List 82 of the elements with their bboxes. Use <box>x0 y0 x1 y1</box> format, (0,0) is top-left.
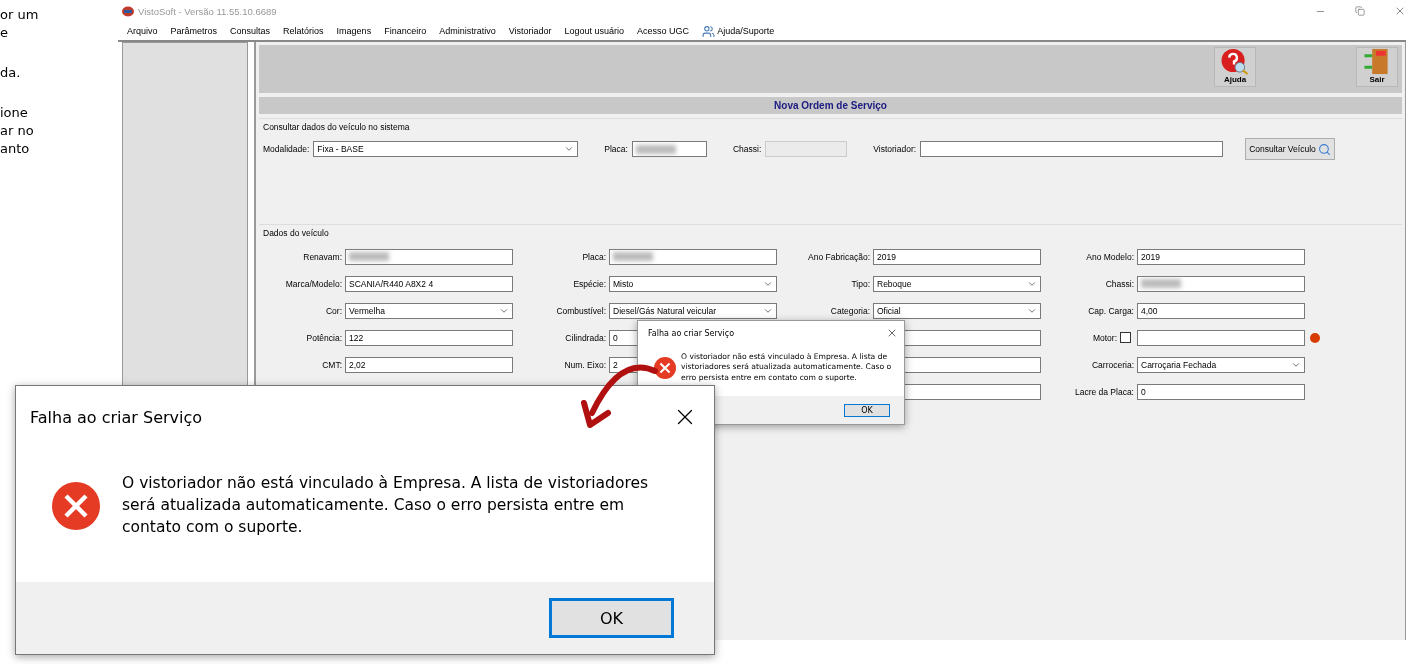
exit-button[interactable]: Sair <box>1356 47 1398 87</box>
document-text: da. <box>0 64 21 82</box>
dialog-title: Falha ao criar Serviço <box>30 407 203 427</box>
dropdown[interactable]: Diesel/Gás Natural veicular <box>609 302 777 319</box>
input-field[interactable] <box>765 141 848 157</box>
form-title: Nova Ordem de Serviço <box>259 97 1402 114</box>
field-label: Cor: <box>325 305 342 316</box>
document-text: e <box>0 24 8 42</box>
error-icon <box>654 356 676 379</box>
field-label: Ano Modelo: <box>1086 251 1134 262</box>
ok-button[interactable]: OK <box>549 598 674 638</box>
section-legend: Dados do veículo <box>263 228 1398 238</box>
dropdown[interactable]: Misto <box>609 275 777 292</box>
field-label: Chassi: <box>1105 278 1134 289</box>
field-label: Espécie: <box>573 278 606 289</box>
document-text: or um <box>0 6 39 24</box>
field-label: Chassi: <box>732 144 762 154</box>
consult-vehicle-button[interactable]: Consultar Veículo <box>1245 138 1335 160</box>
checkbox[interactable] <box>1120 332 1131 343</box>
menu-item[interactable]: Acesso UGC <box>637 26 690 36</box>
section-legend: Consultar dados do veículo no sistema <box>263 122 1398 132</box>
dialog-message: O vistoriador não está vinculado à Empresa. A lista de vistoriadores será atualizada automaticamente. Caso o erro persista entre em contato com o suporte. <box>122 473 650 538</box>
error-icon <box>52 482 100 530</box>
field-label: Modalidade: <box>263 144 310 154</box>
menu-item[interactable]: Imagens <box>336 26 372 36</box>
input-field[interactable]: 0 <box>1137 383 1305 400</box>
input-field[interactable]: SCANIA/R440 A8X2 4 <box>345 275 513 292</box>
menu-item[interactable]: Administrativo <box>439 26 496 36</box>
input-field[interactable] <box>1137 275 1305 292</box>
menu-item[interactable]: Ajuda/Suporte <box>702 24 775 38</box>
field-label: Num. Eixo: <box>564 359 606 370</box>
menu-item[interactable]: Consultas <box>230 26 271 36</box>
field-label: Marca/Modelo: <box>285 278 342 289</box>
dropdown[interactable]: Vermelha <box>345 302 513 319</box>
field-label: Placa: <box>604 144 628 154</box>
menu-item[interactable]: Financeiro <box>384 26 427 36</box>
input-field[interactable] <box>609 248 777 265</box>
input-field[interactable] <box>631 141 707 157</box>
field-label: Carroceria: <box>1091 359 1134 370</box>
field-label: Tipo: <box>851 278 870 289</box>
input-field[interactable]: 122 <box>345 329 513 346</box>
field-label: Potência: <box>306 332 342 343</box>
input-field[interactable] <box>1137 329 1305 346</box>
input-field[interactable]: 2019 <box>1137 248 1305 265</box>
field-label: Combustível: <box>556 305 606 316</box>
input-field[interactable]: 4,00 <box>1137 302 1305 319</box>
field-label: Placa: <box>582 251 606 262</box>
document-text: anto <box>0 140 30 158</box>
ok-button[interactable]: OK <box>844 403 890 417</box>
dialog-title: Falha ao criar Serviço <box>648 328 735 338</box>
field-label: Cap. Carga: <box>1088 305 1134 316</box>
field-label: Ano Fabricação: <box>808 251 870 262</box>
help-button[interactable]: Ajuda <box>1214 47 1256 87</box>
menu-item[interactable]: Relatórios <box>283 26 324 36</box>
field-label: Cilindrada: <box>565 332 606 343</box>
users-icon <box>702 24 716 38</box>
document-text: ar no <box>0 122 34 140</box>
menu-item[interactable]: Arquivo <box>127 26 158 36</box>
dropdown[interactable]: Reboque <box>873 275 1041 292</box>
search-icon <box>1317 142 1331 156</box>
field-label: Motor: <box>1092 332 1117 343</box>
restore-icon[interactable] <box>1355 6 1365 16</box>
field-label: Lacre da Placa: <box>1074 386 1134 397</box>
field-label: CMT: <box>322 359 342 370</box>
app-logo-icon <box>122 5 134 17</box>
chevron-down-icon <box>564 144 575 154</box>
dropdown[interactable]: Carroçaria Fechada <box>1137 356 1305 373</box>
input-field[interactable] <box>345 248 513 265</box>
menu-item[interactable]: Parâmetros <box>170 26 218 36</box>
input-field[interactable]: 2,02 <box>345 356 513 373</box>
help-icon <box>1220 48 1250 75</box>
field-label: Renavam: <box>303 251 342 262</box>
document-text: ione <box>0 104 28 122</box>
menu-item[interactable]: Vistoriador <box>508 26 552 36</box>
dropdown[interactable]: Oficial <box>873 302 1041 319</box>
dropdown[interactable]: Fixa - BASE <box>313 141 579 157</box>
window-title: VistoSoft - Versão 11.55.10.6689 <box>138 5 278 17</box>
input-field[interactable] <box>920 141 1224 157</box>
menu-item[interactable]: Logout usuário <box>564 26 625 36</box>
field-label: Categoria: <box>830 305 870 316</box>
field-label: Vistoriador: <box>873 144 917 154</box>
input-field[interactable]: 2019 <box>873 248 1041 265</box>
